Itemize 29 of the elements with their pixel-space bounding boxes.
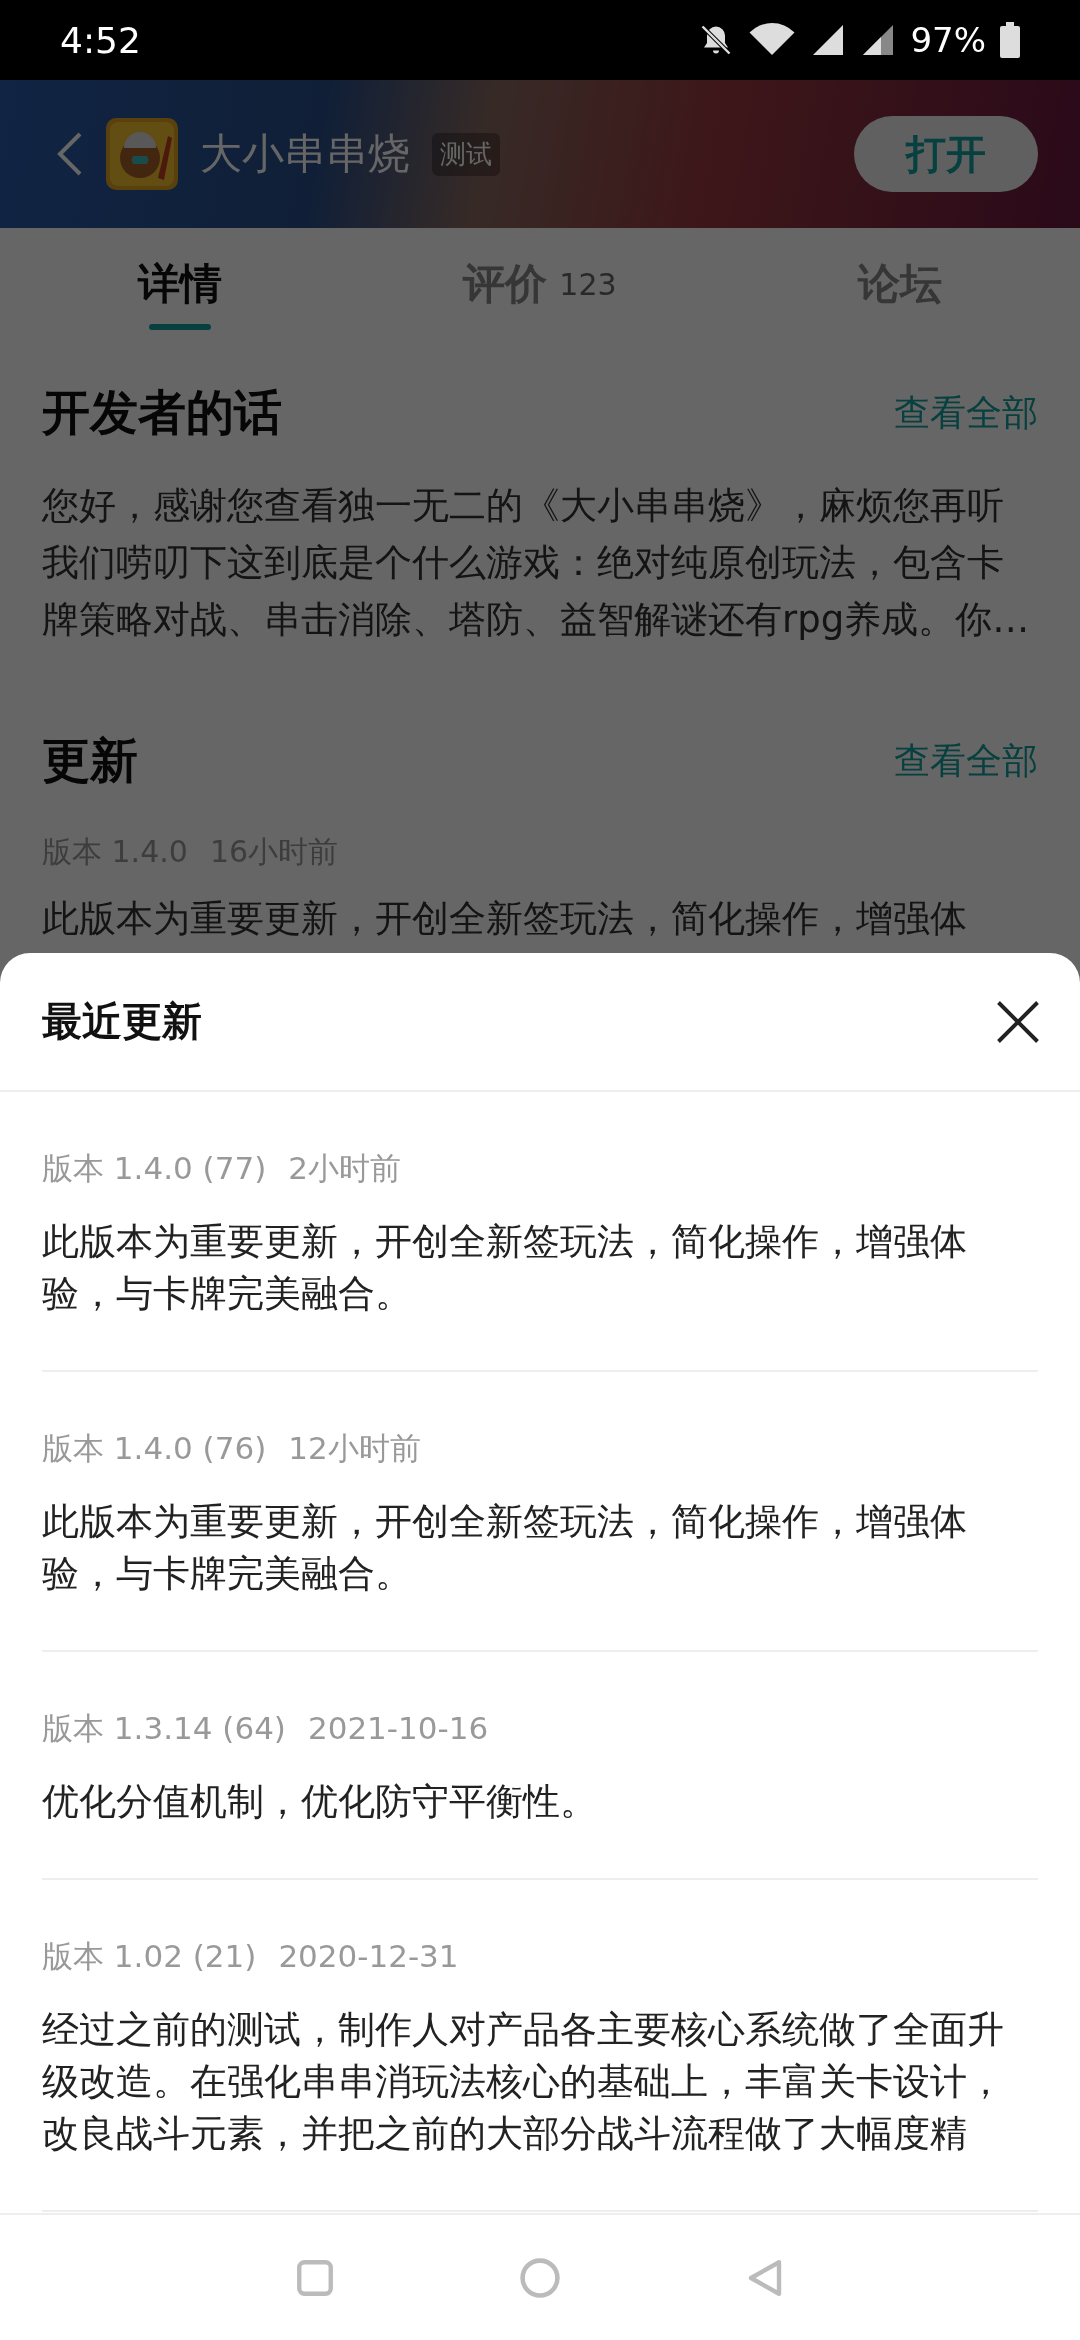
- circle-icon[interactable]: [518, 2255, 562, 2300]
- update-note: 优化分值机制，优化防守平衡性。: [42, 1779, 598, 1825]
- review-count: 123: [559, 266, 617, 302]
- version-label: 版本 1.4.0 (77): [42, 1149, 267, 1188]
- update-note: 此版本为重要更新，开创全新签玩法，简化操作，增强体: [42, 896, 968, 942]
- tab[interactable]: 详情: [0, 228, 360, 340]
- status-time: 4:52: [60, 19, 141, 61]
- sheet-title: 最近更新: [42, 997, 202, 1046]
- app-icon: [106, 118, 178, 190]
- version-label: 版本 1.4.0 (76): [42, 1429, 267, 1468]
- app-name: 大小串串烧: [200, 128, 410, 180]
- section-title: 开发者的话: [42, 383, 282, 442]
- update-note: 此版本为重要更新，开创全新签玩法，简化操作，增强体验，与卡牌完美融合。: [42, 1219, 968, 1317]
- battery-level: 97%: [910, 20, 986, 60]
- section-title: 更新: [42, 731, 138, 790]
- update-time: 2020-12-31: [278, 1937, 459, 1976]
- update-time: 2小时前: [288, 1149, 401, 1188]
- update-time: 2021-10-16: [307, 1709, 489, 1748]
- view-all-link[interactable]: 查看全部: [894, 736, 1038, 786]
- update-note: 此版本为重要更新，开创全新签玩法，简化操作，增强体验，与卡牌完美融合。: [42, 1499, 968, 1597]
- developer-note: 您好，感谢您查看独一无二的《大小串串烧》，麻烦您再听我们唠叨下这到底是个什么游戏：绝对纯原创玩法，包含卡牌策略对战、串击消除、塔防、益智解谜还有rpg养成。你…: [42, 483, 1031, 643]
- update-note: 经过之前的测试，制作人对产品各主要核心系统做了全面升级改造。在强化串串消玩法核心的基础上，丰富关卡设计，改良战斗元素，并把之前的大部分战斗流程做了大幅度精: [42, 2007, 1005, 2157]
- battery-icon: [1000, 22, 1020, 58]
- wifi-icon: [748, 22, 797, 58]
- update-time: 12小时前: [288, 1429, 421, 1468]
- version-label: 版本 1.3.14 (64): [42, 1709, 286, 1748]
- version-label: 版本 1.02 (21): [42, 1937, 257, 1976]
- view-all-link[interactable]: 查看全部: [894, 388, 1038, 438]
- open-button[interactable]: 打开: [854, 116, 1038, 192]
